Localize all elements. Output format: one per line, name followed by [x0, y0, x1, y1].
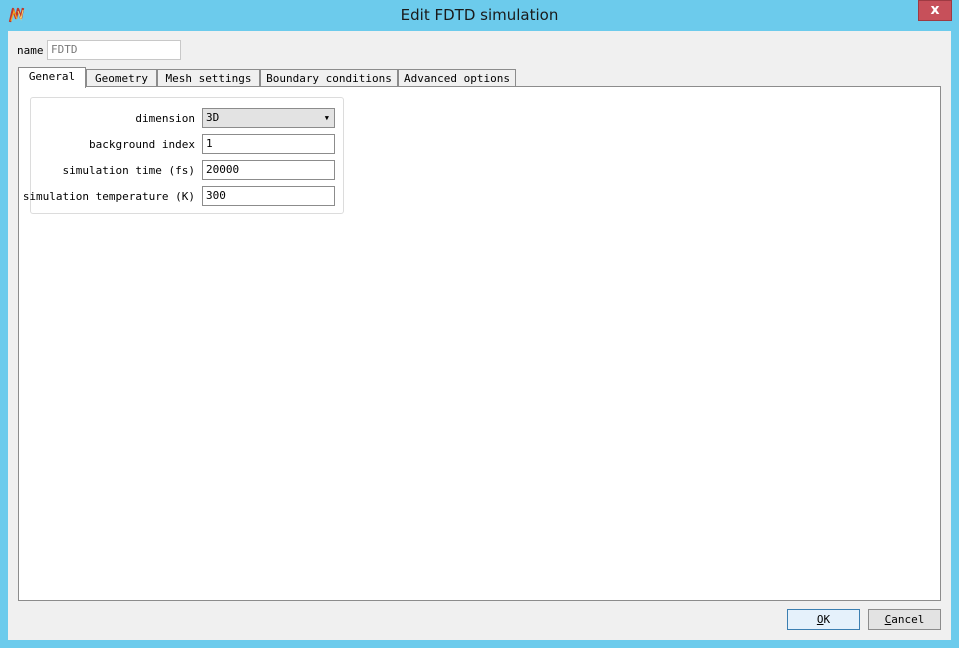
simulation-temperature-input[interactable]: 300: [202, 186, 335, 206]
dimension-value: 3D: [206, 111, 220, 124]
ok-button[interactable]: OK: [787, 609, 860, 630]
cancel-label-rest: ancel: [891, 613, 925, 626]
ok-mnemonic: O: [816, 613, 824, 626]
simulation-temperature-label: simulation temperature (K): [22, 190, 195, 203]
background-index-input[interactable]: 1: [202, 134, 335, 154]
general-settings-group: dimension 3D ▼ background index 1 simula…: [23, 97, 344, 214]
tab-general[interactable]: General: [18, 67, 86, 88]
title-bar[interactable]: Edit FDTD simulation x: [0, 0, 959, 31]
background-index-label: background index: [89, 138, 195, 151]
dropdown-arrow-icon: ▼: [324, 114, 329, 122]
simulation-time-label: simulation time (fs): [62, 164, 195, 177]
ok-label-rest: K: [823, 613, 831, 626]
close-button[interactable]: x: [918, 0, 952, 21]
dimension-select[interactable]: 3D ▼: [202, 108, 335, 128]
simulation-time-input[interactable]: 20000: [202, 160, 335, 180]
window-title: Edit FDTD simulation: [400, 6, 559, 24]
dialog-window: Edit FDTD simulation x name FDTD General…: [0, 0, 959, 648]
tab-panel-general: dimension 3D ▼ background index 1 simula…: [18, 86, 941, 601]
cancel-button[interactable]: Cancel: [868, 609, 941, 630]
dialog-body: name FDTD General Geometry Mesh settings…: [8, 31, 951, 640]
dimension-label: dimension: [135, 112, 195, 125]
name-input[interactable]: FDTD: [47, 40, 181, 60]
name-label: name: [17, 44, 44, 57]
